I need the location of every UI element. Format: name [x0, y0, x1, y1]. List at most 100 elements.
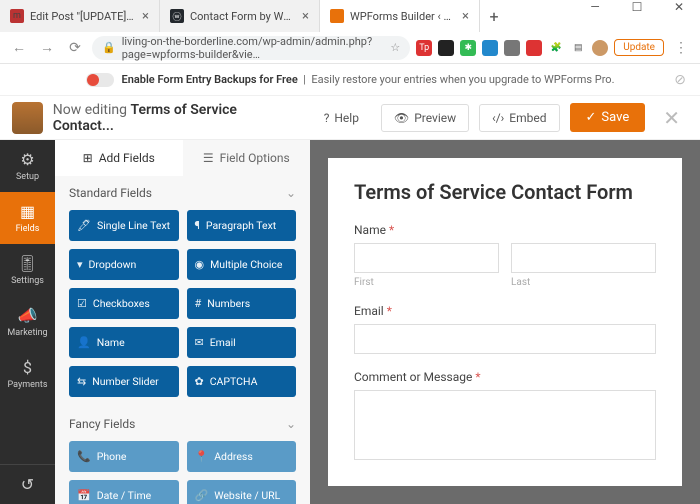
embed-button[interactable]: ‹/›Embed — [479, 104, 559, 132]
fancy-fields-heading[interactable]: Fancy Fields⌄ — [55, 407, 310, 441]
code-icon: ‹/› — [492, 111, 504, 125]
email-input[interactable] — [354, 324, 656, 354]
field-captcha[interactable]: ✿CAPTCHA — [187, 366, 297, 397]
ext-icon[interactable] — [482, 40, 498, 56]
back-button[interactable]: ← — [8, 39, 30, 56]
help-icon: ? — [324, 111, 330, 125]
minimize-button[interactable]: — — [574, 0, 616, 14]
window-controls: — ☐ ✕ — [574, 0, 700, 14]
envelope-icon: ✉ — [195, 336, 204, 349]
standard-fields-grid: 🖊Single Line Text ¶Paragraph Text ▾Dropd… — [55, 210, 310, 407]
eye-icon: 👁 — [394, 111, 409, 125]
form-canvas[interactable]: Terms of Service Contact Form Name * Fir… — [328, 158, 682, 486]
radio-icon: ◉ — [195, 258, 205, 271]
banner-close-icon[interactable]: ⊘ — [674, 72, 686, 88]
field-date-time[interactable]: 📅Date / Time — [69, 480, 179, 504]
ext-icon[interactable]: ✱ — [460, 40, 476, 56]
note-icon[interactable]: ▤ — [570, 40, 586, 56]
nav-fields[interactable]: ▦Fields — [0, 192, 55, 244]
dollar-icon: $ — [23, 358, 32, 377]
dropdown-icon: ▾ — [77, 258, 83, 271]
wpforms-logo — [12, 102, 43, 134]
promo-banner: Enable Form Entry Backups for Free | Eas… — [0, 64, 700, 96]
extensions: Tp ✱ 🧩 ▤ Update ⋮ — [416, 39, 692, 56]
bookmark-icon[interactable]: ☆ — [390, 41, 400, 54]
builder-main: ⚙Setup ▦Fields 🎚Settings 📣Marketing $Pay… — [0, 140, 700, 504]
browser-tab-2[interactable]: ⓦ Contact Form by WPForms – Dr… × — [160, 0, 320, 32]
browser-tab-1[interactable]: m Edit Post "[UPDATE] 6 Free Altern… × — [0, 0, 160, 32]
field-address[interactable]: 📍Address — [187, 441, 297, 472]
chevron-down-icon: ⌄ — [286, 186, 296, 200]
toggle-switch[interactable] — [86, 73, 114, 87]
history-icon: ↺ — [21, 475, 34, 494]
wordpress-icon: ⓦ — [170, 9, 184, 23]
avatar[interactable] — [592, 40, 608, 56]
browser-titlebar: m Edit Post "[UPDATE] 6 Free Altern… × ⓦ… — [0, 0, 700, 32]
tab-title: Edit Post "[UPDATE] 6 Free Altern… — [30, 10, 136, 23]
nav-history[interactable]: ↺ — [0, 464, 55, 504]
field-email[interactable]: ✉Email — [187, 327, 297, 358]
close-builder-button[interactable]: ✕ — [655, 106, 688, 130]
email-label: Email * — [354, 304, 656, 318]
ext-icon[interactable]: Tp — [416, 40, 432, 56]
nav-settings[interactable]: 🎚Settings — [0, 244, 55, 296]
gear-icon: ⚙ — [20, 150, 34, 169]
forward-button[interactable]: → — [36, 39, 58, 56]
calendar-icon: 📅 — [77, 489, 91, 502]
reload-button[interactable]: ⟳ — [64, 40, 86, 56]
tab-add-fields[interactable]: ⊞Add Fields — [55, 140, 183, 176]
nav-setup[interactable]: ⚙Setup — [0, 140, 55, 192]
slider-icon: ⇆ — [77, 375, 86, 388]
form-title[interactable]: Terms of Service Contact Form — [354, 180, 656, 205]
standard-fields-heading[interactable]: Standard Fields⌄ — [55, 176, 310, 210]
help-button[interactable]: ?Help — [312, 105, 371, 131]
banner-bold: Enable Form Entry Backups for Free — [122, 73, 298, 86]
maximize-button[interactable]: ☐ — [616, 0, 658, 14]
phone-icon: 📞 — [77, 450, 91, 463]
grid-icon: ⊞ — [83, 151, 93, 165]
nav-payments[interactable]: $Payments — [0, 348, 55, 400]
user-icon: 👤 — [77, 336, 91, 349]
url-input[interactable]: 🔒 living-on-the-borderline.com/wp-admin/… — [92, 36, 410, 60]
nav-marketing[interactable]: 📣Marketing — [0, 296, 55, 348]
field-number-slider[interactable]: ⇆Number Slider — [69, 366, 179, 397]
field-single-line-text[interactable]: 🖊Single Line Text — [69, 210, 179, 241]
close-icon[interactable]: × — [142, 9, 149, 24]
browser-tab-3[interactable]: WPForms Builder ‹ Living On Th… × — [320, 0, 480, 32]
update-button[interactable]: Update — [614, 39, 664, 56]
shield-icon: ✿ — [195, 375, 204, 388]
close-icon[interactable]: × — [462, 9, 469, 24]
field-numbers[interactable]: #Numbers — [187, 288, 297, 319]
sliders-icon: 🎚 — [17, 254, 37, 273]
close-icon[interactable]: × — [302, 9, 309, 24]
address-bar: ← → ⟳ 🔒 living-on-the-borderline.com/wp-… — [0, 32, 700, 64]
last-name-input[interactable] — [511, 243, 656, 273]
comment-textarea[interactable] — [354, 390, 656, 460]
field-multiple-choice[interactable]: ◉Multiple Choice — [187, 249, 297, 280]
field-name[interactable]: 👤Name — [69, 327, 179, 358]
field-dropdown[interactable]: ▾Dropdown — [69, 249, 179, 280]
favicon-icon: m — [10, 9, 24, 23]
ext-icon[interactable] — [526, 40, 542, 56]
field-website-url[interactable]: 🔗Website / URL — [187, 480, 297, 504]
field-checkboxes[interactable]: ☑Checkboxes — [69, 288, 179, 319]
name-label: Name * — [354, 223, 656, 237]
menu-icon[interactable]: ⋮ — [670, 40, 692, 56]
ext-icon[interactable] — [438, 40, 454, 56]
wpforms-icon — [330, 9, 344, 23]
pin-icon: 📍 — [195, 450, 209, 463]
save-button[interactable]: ✓Save — [570, 103, 646, 132]
check-icon: ☑ — [77, 297, 87, 310]
field-paragraph-text[interactable]: ¶Paragraph Text — [187, 210, 297, 241]
puzzle-icon[interactable]: 🧩 — [548, 40, 564, 56]
field-phone[interactable]: 📞Phone — [69, 441, 179, 472]
ext-icon[interactable] — [504, 40, 520, 56]
fields-panel: ⊞Add Fields ☰Field Options Standard Fiel… — [55, 140, 310, 504]
new-tab-button[interactable]: + — [480, 0, 508, 32]
preview-button[interactable]: 👁Preview — [381, 104, 469, 132]
first-sublabel: First — [354, 277, 499, 288]
first-name-input[interactable] — [354, 243, 499, 273]
close-window-button[interactable]: ✕ — [658, 0, 700, 14]
tab-field-options[interactable]: ☰Field Options — [183, 140, 311, 176]
comment-label: Comment or Message * — [354, 370, 656, 384]
